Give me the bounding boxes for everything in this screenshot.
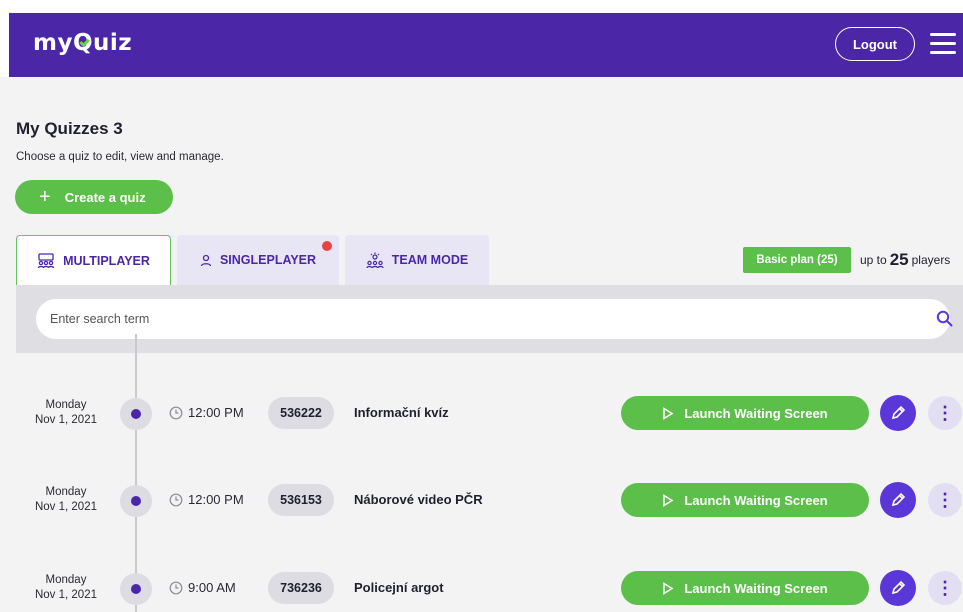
more-options-button[interactable]: ⋮ [928, 396, 962, 430]
quiz-date: Monday Nov 1, 2021 [34, 399, 97, 426]
launch-waiting-screen-button[interactable]: Launch Waiting Screen [621, 396, 869, 430]
edit-quiz-button[interactable] [880, 570, 916, 606]
quiz-code: 736236 [268, 572, 334, 604]
quiz-code: 536153 [268, 484, 334, 516]
quiz-name[interactable]: Informační kvíz [354, 405, 449, 420]
clock-icon [169, 406, 183, 419]
play-icon [663, 581, 674, 595]
edit-quiz-button[interactable] [880, 482, 916, 518]
notification-dot [322, 241, 332, 251]
multiplayer-icon [37, 252, 55, 268]
pencil-icon [891, 580, 906, 595]
quiz-time: 9:00 AM [169, 580, 236, 595]
quiz-row: Monday Nov 1, 2021 12:00 PM 536222 Inform… [0, 395, 963, 435]
logo-text-my: my [33, 30, 73, 56]
create-quiz-button[interactable]: + Create a quiz [15, 180, 173, 214]
play-icon [663, 493, 674, 507]
more-options-button[interactable]: ⋮ [928, 571, 962, 605]
pencil-icon [891, 405, 906, 420]
plus-icon: + [39, 186, 51, 208]
tab-team-mode[interactable]: TEAM MODE [345, 235, 489, 285]
logo-text-q: Q [72, 30, 94, 56]
tab-singleplayer[interactable]: SINGLEPLAYER [177, 235, 339, 285]
tab-team-mode-label: TEAM MODE [391, 253, 469, 267]
create-quiz-label: Create a quiz [64, 189, 146, 205]
quiz-name[interactable]: Policejní argot [354, 580, 444, 595]
tab-multiplayer[interactable]: MULTIPLAYER [16, 235, 171, 285]
page-subtitle: Choose a quiz to edit, view and manage. [16, 151, 224, 163]
plan-badge[interactable]: Basic plan (25) [743, 247, 851, 273]
quiz-row: Monday Nov 1, 2021 12:00 PM 536153 Náboro… [0, 482, 963, 522]
quiz-row: Monday Nov 1, 2021 9:00 AM 736236 Policej… [0, 570, 963, 610]
clock-icon [169, 493, 183, 506]
tab-singleplayer-label: SINGLEPLAYER [219, 253, 317, 267]
launch-waiting-screen-button[interactable]: Launch Waiting Screen [621, 571, 869, 605]
quiz-name[interactable]: Náborové video PČR [354, 492, 483, 507]
plan-limit-prefix: up to [860, 253, 887, 267]
main-content: My Quizzes 3 Choose a quiz to edit, view… [0, 77, 963, 612]
play-icon [663, 406, 674, 420]
plan-limit-number: 25 [889, 250, 909, 269]
logout-button[interactable]: Logout [835, 27, 915, 61]
quiz-date: Monday Nov 1, 2021 [34, 486, 97, 513]
quiz-time: 12:00 PM [169, 405, 244, 420]
quiz-code: 536222 [268, 397, 334, 429]
timeline-dot [120, 398, 152, 430]
top-navbar: myQ uiz Logout [9, 13, 963, 77]
plan-limit-suffix: players [911, 253, 951, 267]
pencil-icon [891, 492, 906, 507]
launch-waiting-screen-button[interactable]: Launch Waiting Screen [621, 483, 869, 517]
logo-text-uiz: uiz [93, 30, 133, 56]
app-logo[interactable]: myQ uiz [33, 30, 132, 56]
search-icon[interactable] [936, 310, 953, 327]
search-input[interactable] [50, 299, 910, 339]
timeline-dot [120, 485, 152, 517]
singleplayer-icon [200, 254, 212, 266]
team-mode-icon [366, 252, 384, 268]
search-box [36, 299, 953, 339]
quiz-date: Monday Nov 1, 2021 [34, 574, 97, 601]
plan-limit: up to 25 players [860, 247, 950, 273]
hamburger-menu-icon[interactable] [930, 33, 956, 55]
edit-quiz-button[interactable] [880, 395, 916, 431]
timeline-dot [120, 573, 152, 605]
more-options-button[interactable]: ⋮ [928, 483, 962, 517]
tab-multiplayer-label: MULTIPLAYER [63, 253, 150, 268]
quiz-time: 12:00 PM [169, 492, 244, 507]
search-panel [16, 285, 963, 353]
page-title: My Quizzes 3 [16, 119, 123, 138]
clock-icon [169, 581, 183, 594]
